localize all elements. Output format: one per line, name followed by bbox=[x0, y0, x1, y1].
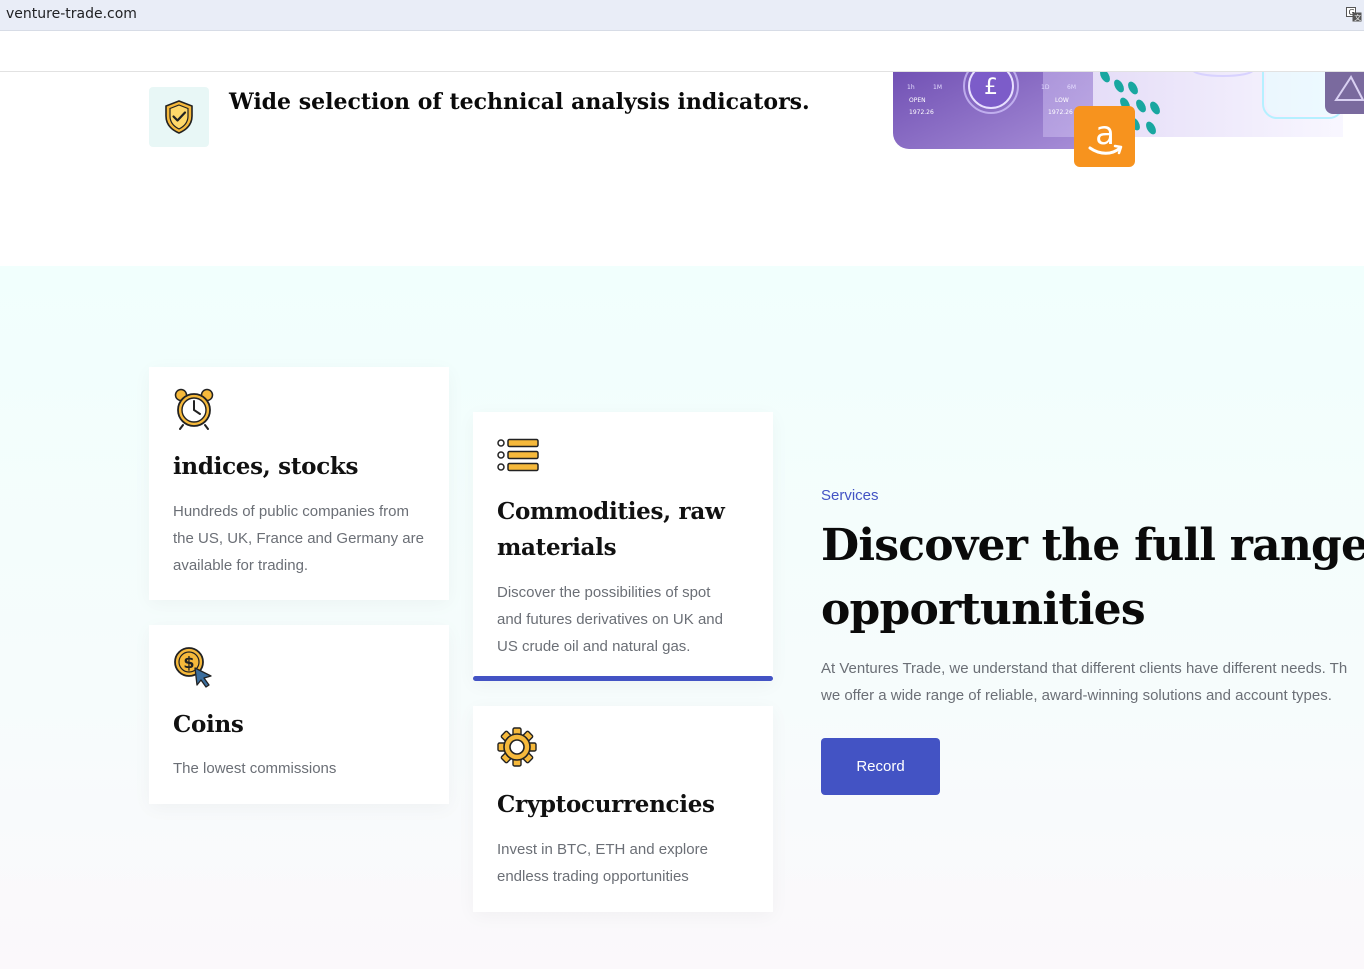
svg-text:a: a bbox=[1095, 114, 1115, 152]
hero-illustration: £ 1h 1M 1D 6M OPEN 1972.26 LOW 1972.26 a bbox=[893, 72, 1364, 172]
feature-text: Wide selection of technical analysis ind… bbox=[229, 89, 810, 115]
card-description: Discover the possibilities of spot and f… bbox=[497, 584, 723, 655]
svg-text:LOW: LOW bbox=[1055, 97, 1069, 104]
alarm-clock-icon bbox=[174, 388, 214, 430]
service-card-indices-stocks[interactable]: indices, stocks Hundreds of public compa… bbox=[149, 367, 449, 600]
shield-icon-box bbox=[149, 87, 209, 147]
gear-icon bbox=[497, 727, 537, 767]
record-button[interactable]: Record bbox=[821, 738, 940, 795]
list-icon bbox=[497, 438, 539, 472]
site-header bbox=[0, 31, 1364, 72]
services-section: indices, stocks Hundreds of public compa… bbox=[0, 266, 1364, 969]
active-card-underline bbox=[473, 676, 773, 681]
url-text[interactable]: venture-trade.com bbox=[6, 6, 137, 22]
browser-url-bar[interactable]: venture-trade.com G 文 bbox=[0, 0, 1364, 31]
svg-text:6M: 6M bbox=[1067, 84, 1076, 91]
svg-text:1D: 1D bbox=[1041, 84, 1050, 91]
svg-text:1972.26: 1972.26 bbox=[909, 109, 934, 116]
svg-text:1h: 1h bbox=[907, 84, 915, 91]
card-description: Hundreds of public companies from the US… bbox=[173, 503, 424, 574]
amazon-logo-icon: a bbox=[1074, 106, 1135, 167]
section-label: Services bbox=[821, 487, 879, 504]
card-title: Coins bbox=[173, 711, 244, 738]
card-title: Commodities, raw materials bbox=[497, 498, 725, 561]
service-card-commodities[interactable]: Commodities, raw materials Discover the … bbox=[473, 412, 773, 681]
svg-text:文: 文 bbox=[1354, 13, 1361, 22]
svg-text:1M: 1M bbox=[933, 84, 942, 91]
card-title: indices, stocks bbox=[173, 453, 359, 480]
svg-text:£: £ bbox=[984, 75, 998, 100]
section-description: At Ventures Trade, we understand that di… bbox=[821, 660, 1348, 704]
card-title: Cryptocurrencies bbox=[497, 791, 715, 818]
card-description: The lowest commissions bbox=[173, 760, 337, 777]
service-card-coins[interactable]: $ Coins The lowest commissions bbox=[149, 625, 449, 804]
card-description: Invest in BTC, ETH and explore endless t… bbox=[497, 841, 708, 885]
coin-cursor-icon: $ bbox=[174, 647, 212, 688]
section-title: Discover the full range of opportunities bbox=[821, 520, 1364, 635]
translate-icon[interactable]: G 文 bbox=[1346, 6, 1362, 22]
svg-text:1972.26: 1972.26 bbox=[1048, 109, 1073, 116]
service-card-cryptocurrencies[interactable]: Cryptocurrencies Invest in BTC, ETH and … bbox=[473, 706, 773, 912]
svg-text:OPEN: OPEN bbox=[909, 97, 926, 104]
shield-check-icon bbox=[165, 100, 193, 134]
svg-text:$: $ bbox=[183, 653, 194, 672]
